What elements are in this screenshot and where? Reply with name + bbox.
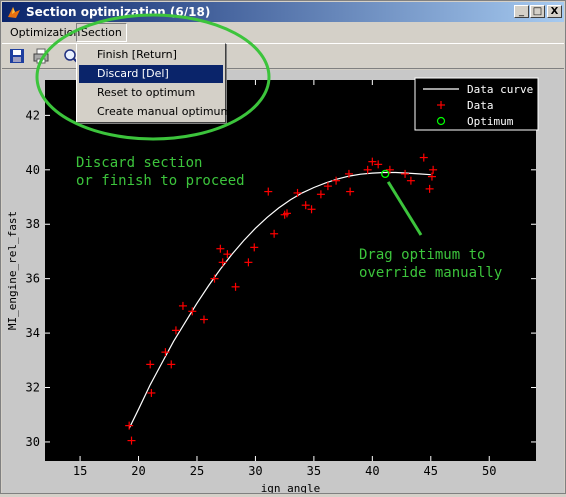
annotation-drag-line2: override manually [359,265,502,281]
menu-bar: Optimization Section [2,23,564,42]
y-tick-label: 36 [26,272,40,286]
title-bar[interactable]: Section optimization (6/18) _ □ X [2,2,564,22]
x-tick-label: 30 [248,464,262,478]
figure-canvas: 15 20 25 30 35 40 45 50 30 32 34 36 38 40 42 ign_angle M… [2,70,564,495]
chart[interactable]: 15 20 25 30 35 40 45 50 30 32 34 36 38 40 42 ign_angle M… [2,70,564,495]
menu-item-discard[interactable]: Discard [Del] [79,65,223,83]
x-tick-label: 35 [307,464,321,478]
menu-optimization[interactable]: Optimization [6,24,84,41]
x-tick-label: 20 [131,464,145,478]
x-tick-label: 40 [365,464,379,478]
x-tick-label: 15 [73,464,87,478]
legend-entry: Data [467,99,494,112]
maximize-button[interactable]: □ [530,5,545,18]
close-button[interactable]: X [547,5,562,18]
minimize-button[interactable]: _ [514,5,529,18]
annotation-discard-line1: Discard section [76,155,202,171]
legend: Data curve Data Optimum [414,77,539,131]
figure-window: Section optimization (6/18) _ □ X Optimi… [0,0,566,495]
menu-item-finish[interactable]: Finish [Return] [79,46,223,64]
menu-item-reset-to-optimum[interactable]: Reset to optimum [79,84,223,102]
minimize-icon: _ [519,6,524,17]
section-menu-dropdown: Finish [Return] Discard [Del] Reset to o… [76,43,231,123]
y-tick-label: 34 [26,326,40,340]
menu-item-create-manual-optimum[interactable]: Create manual optimum [79,103,231,121]
save-icon[interactable] [8,47,26,65]
y-tick-label: 38 [26,217,40,231]
window-title: Section optimization (6/18) [26,5,211,19]
x-tick-label: 50 [482,464,496,478]
x-tick-label: 25 [190,464,204,478]
y-tick-label: 30 [26,435,40,449]
y-tick-label: 32 [26,381,40,395]
menu-section[interactable]: Section [76,23,127,42]
print-icon[interactable] [32,47,50,65]
annotation-discard-line2: or finish to proceed [76,173,245,189]
annotation-drag-line1: Drag optimum to [359,247,485,263]
close-icon: X [550,6,559,17]
maximize-icon: □ [532,6,543,17]
x-axis-label: ign_angle [261,482,321,493]
legend-entry: Data curve [467,83,533,96]
y-tick-label: 40 [26,163,40,177]
legend-entry: Optimum [467,115,514,128]
matlab-icon [8,7,20,18]
x-tick-label: 45 [424,464,438,478]
y-tick-label: 42 [26,108,40,122]
y-axis-label: MI_engine_rel_fast [6,211,19,330]
